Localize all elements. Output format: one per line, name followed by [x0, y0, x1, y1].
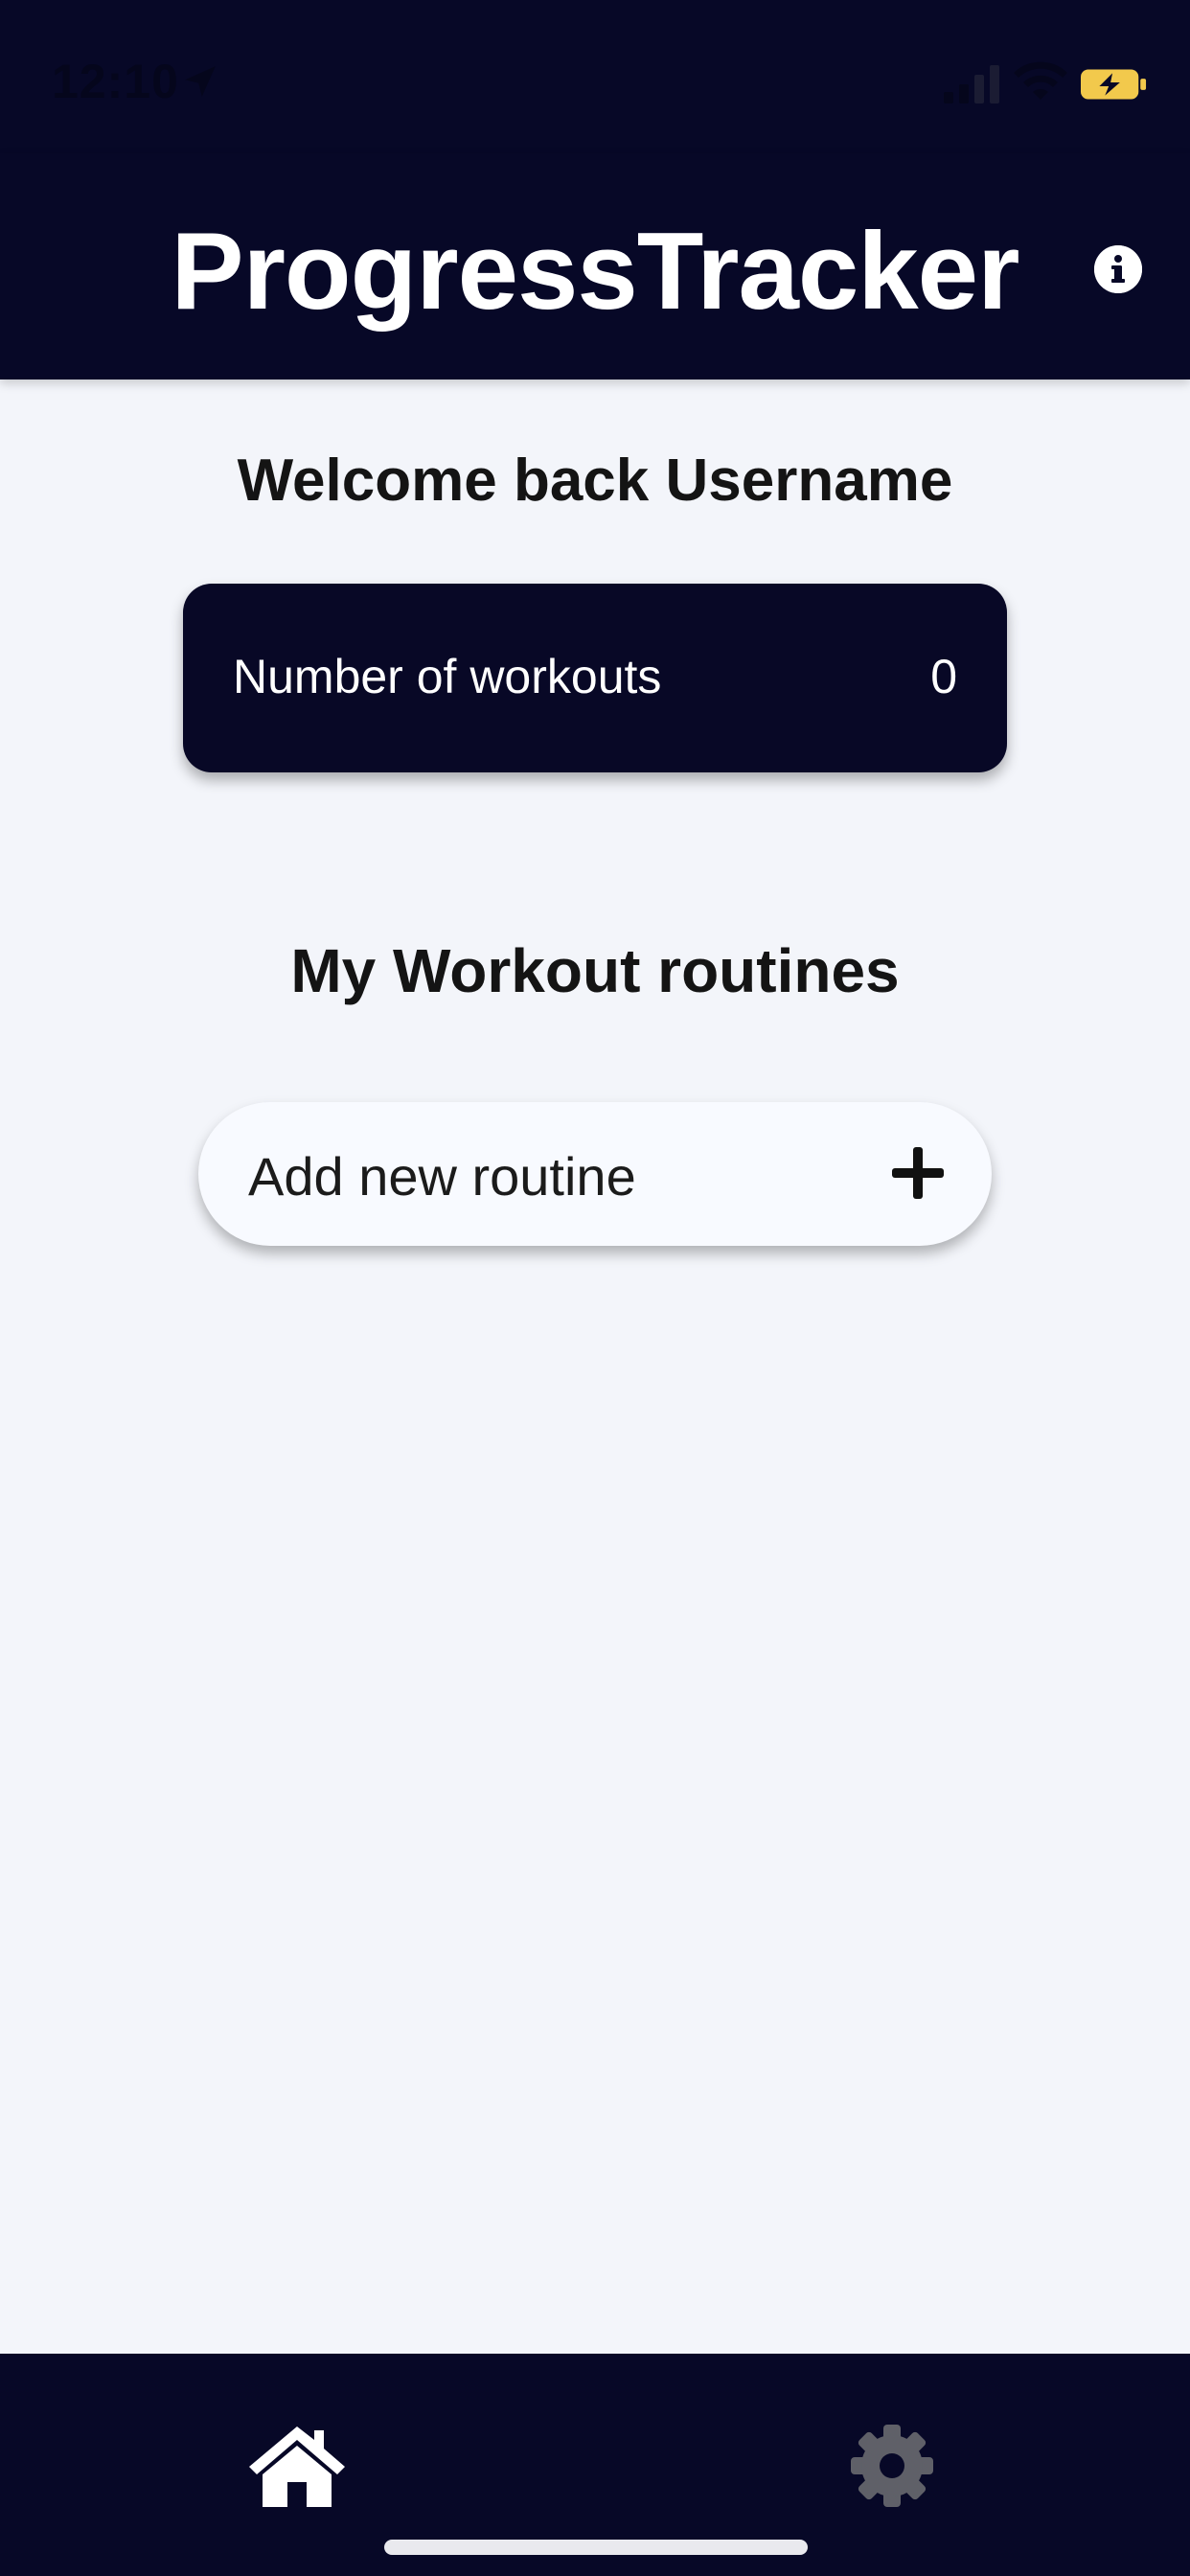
add-routine-label: Add new routine — [248, 1146, 636, 1207]
bottom-tab-bar — [0, 2354, 1190, 2576]
wifi-icon — [1014, 61, 1067, 100]
workout-count-card: Number of workouts 0 — [183, 584, 1007, 772]
app-title: ProgressTracker — [171, 211, 1020, 333]
gear-icon[interactable] — [849, 2423, 935, 2509]
workout-count-value: 0 — [930, 650, 957, 703]
workout-count-label: Number of workouts — [233, 650, 662, 703]
status-time: 12:10 — [52, 55, 179, 108]
welcome-heading: Welcome back Username — [237, 448, 953, 514]
cellular-signal-icon — [944, 65, 999, 104]
battery-charging-icon — [1081, 69, 1147, 100]
info-button[interactable] — [1094, 245, 1142, 293]
app-header: ProgressTracker — [0, 153, 1190, 380]
home-icon[interactable] — [245, 2423, 349, 2509]
plus-icon — [892, 1147, 944, 1199]
routines-heading: My Workout routines — [290, 936, 900, 1005]
add-routine-button[interactable]: Add new routine — [198, 1102, 992, 1246]
info-circle-icon — [1094, 245, 1142, 293]
home-indicator — [384, 2540, 808, 2555]
location-arrow-icon — [185, 66, 216, 97]
status-bar: 12:10 — [0, 0, 1190, 153]
